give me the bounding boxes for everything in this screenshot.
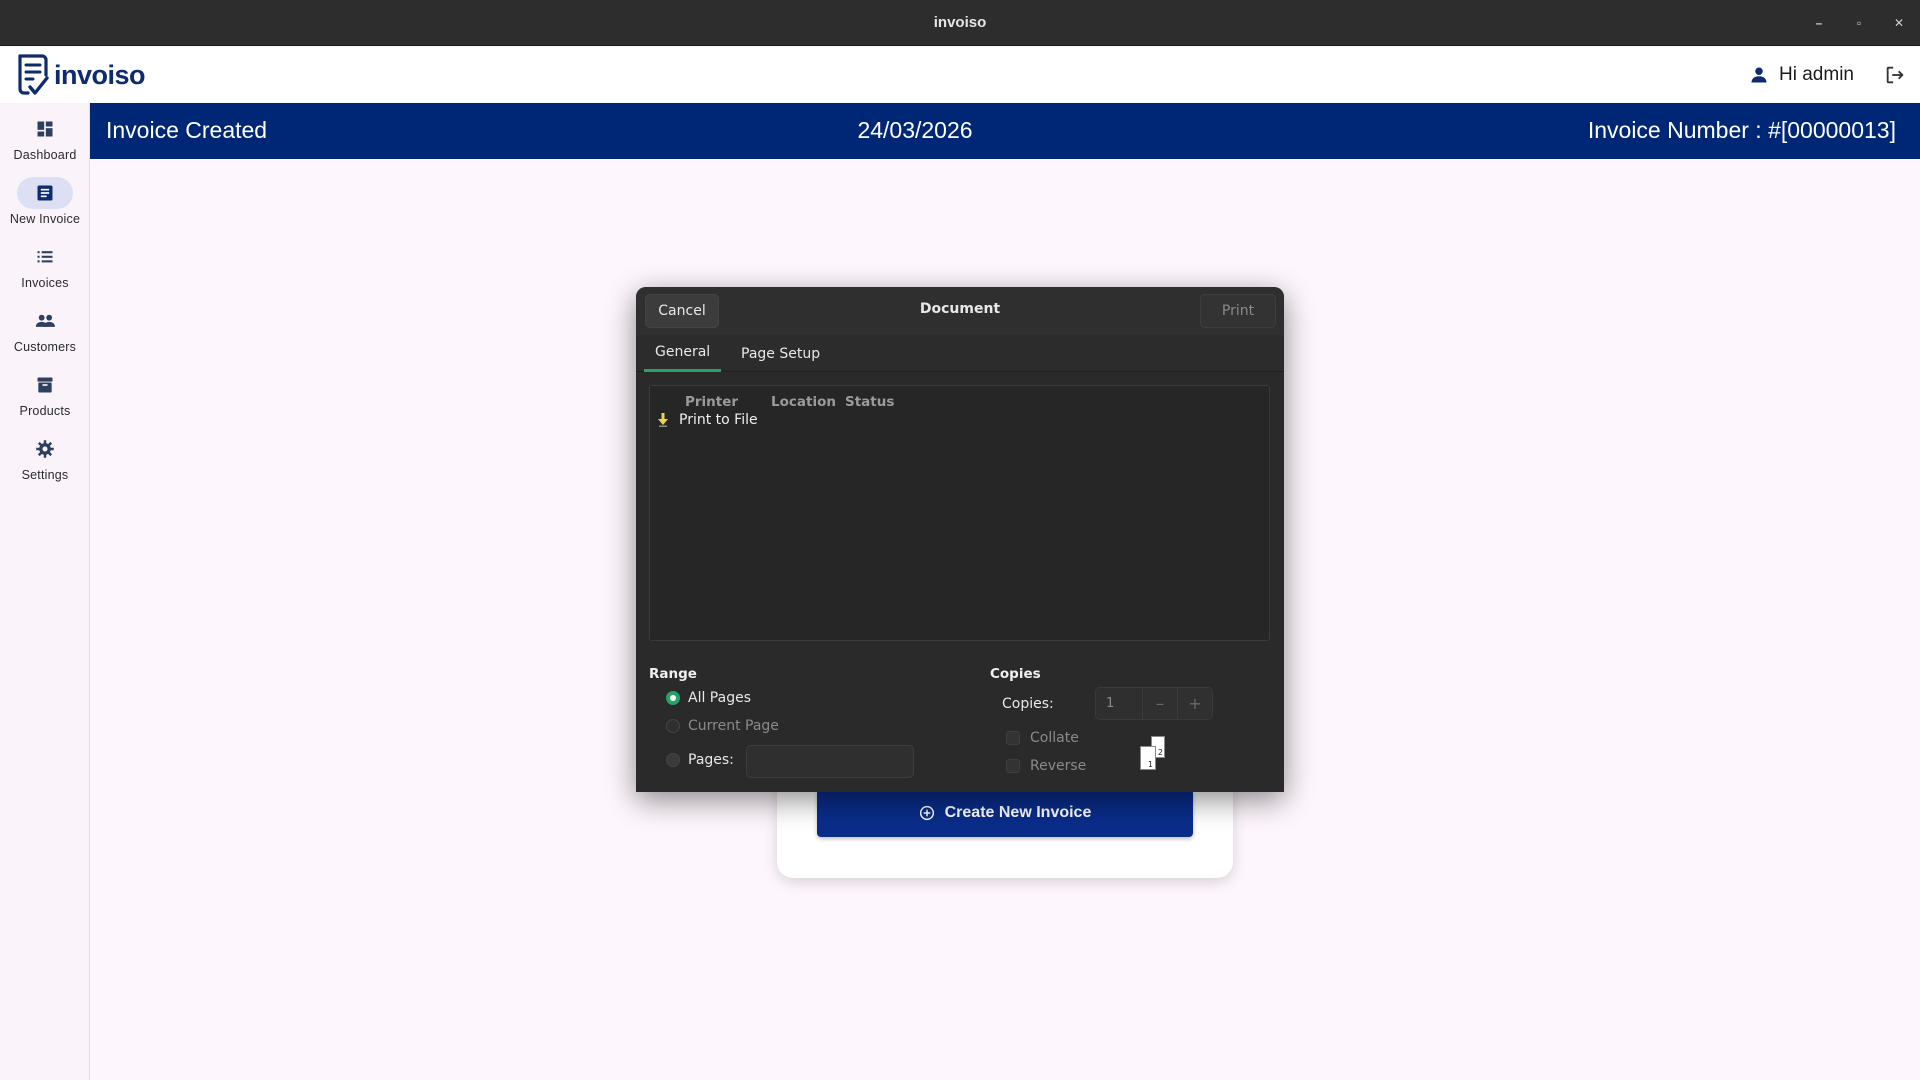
column-status: Status (845, 394, 895, 410)
range-title: Range (649, 666, 697, 682)
sidebar-item-label: Settings (21, 468, 69, 482)
sidebar-item-label: Invoices (21, 276, 69, 290)
new-invoice-icon (37, 185, 53, 201)
invoice-date: 24/03/2026 (857, 117, 973, 143)
print-button[interactable]: Print (1200, 294, 1276, 328)
sidebar-item-dashboard[interactable]: Dashboard (0, 113, 90, 173)
app-header: invoiso Hi admin (0, 47, 1920, 103)
download-file-icon (658, 413, 668, 427)
user-area: Hi admin (1749, 47, 1920, 103)
gear-icon (36, 440, 54, 458)
sidebar-item-invoices[interactable]: Invoices (0, 241, 90, 301)
invoice-number: Invoice Number : #[00000013] (1587, 117, 1896, 143)
person-icon (1751, 67, 1767, 83)
increment-button[interactable]: + (1177, 688, 1212, 719)
window-title: invoiso (933, 14, 987, 31)
reverse-label: Reverse (1030, 758, 1087, 774)
app-logo: invoiso (16, 53, 146, 97)
invoice-banner: Invoice Created 24/03/2026 Invoice Numbe… (90, 103, 1920, 159)
add-circle-icon (919, 805, 934, 821)
all-pages-radio[interactable]: All Pages (666, 690, 751, 706)
sidebar: Dashboard New Invoice Invoices Customers… (0, 103, 90, 1080)
tab-page-setup[interactable]: Page Setup (730, 335, 831, 372)
close-icon[interactable]: ✕ (1890, 14, 1908, 32)
sidebar-item-label: Customers (13, 340, 77, 354)
reverse-checkbox[interactable]: Reverse (1006, 758, 1086, 774)
create-button-label: Create New Invoice (944, 804, 1092, 821)
sidebar-item-new-invoice[interactable]: New Invoice (0, 177, 90, 237)
sidebar-item-label: Products (19, 404, 71, 418)
radio-icon (666, 753, 680, 767)
tab-general[interactable]: General (644, 335, 722, 372)
checkbox-icon (1006, 759, 1020, 773)
decrement-button[interactable]: – (1142, 688, 1177, 719)
current-page-radio[interactable]: Current Page (666, 718, 779, 734)
people-icon (35, 314, 55, 327)
collate-pages-icon: 2 1 (1138, 736, 1172, 772)
pages-label: Pages: (688, 752, 734, 768)
list-icon (37, 251, 53, 263)
create-new-invoice-button[interactable]: Create New Invoice (817, 789, 1193, 837)
invoice-logo-icon (18, 54, 49, 95)
user-menu[interactable]: Hi admin (1749, 64, 1854, 86)
dialog-title: Document (919, 301, 1001, 317)
printer-list: Printer Location Status Print to File (649, 385, 1270, 641)
printer-name: Print to File (679, 412, 758, 428)
dialog-tabs: General Page Setup (636, 335, 1284, 372)
sidebar-item-customers[interactable]: Customers (0, 305, 90, 365)
dialog-header: Cancel Document Print (636, 287, 1284, 335)
app-name: invoiso (54, 59, 146, 90)
minimize-icon[interactable]: – (1810, 14, 1828, 32)
collate-checkbox[interactable]: Collate (1006, 730, 1079, 746)
sidebar-item-label: New Invoice (9, 212, 81, 226)
logout-button[interactable] (1884, 64, 1906, 86)
copies-label: Copies: (1002, 696, 1054, 712)
collate-label: Collate (1030, 730, 1079, 746)
pages-radio[interactable]: Pages: (666, 752, 734, 768)
sidebar-item-products[interactable]: Products (0, 369, 90, 429)
window-titlebar: invoiso – ▫ ✕ (0, 0, 1920, 46)
checkbox-icon (1006, 731, 1020, 745)
copies-title: Copies (990, 666, 1041, 682)
archive-icon (37, 377, 53, 393)
page-1: 1 (1140, 746, 1156, 770)
sidebar-item-label: Dashboard (13, 148, 77, 162)
copies-stepper: 1 – + (1095, 687, 1213, 720)
column-printer: Printer (685, 394, 739, 410)
window-controls: – ▫ ✕ (1810, 0, 1908, 46)
printer-row[interactable]: Print to File (658, 412, 758, 428)
column-location: Location (771, 394, 836, 410)
print-dialog: Cancel Document Print General Page Setup… (636, 287, 1284, 792)
current-page-label: Current Page (688, 718, 779, 734)
logout-icon (1886, 66, 1904, 84)
copies-value[interactable]: 1 (1096, 688, 1142, 719)
pages-input[interactable] (746, 745, 914, 778)
radio-icon (666, 719, 680, 733)
sidebar-item-settings[interactable]: Settings (0, 433, 90, 493)
user-greeting: Hi admin (1779, 64, 1854, 85)
dashboard-icon (37, 121, 53, 137)
radio-selected-icon (666, 691, 680, 705)
maximize-icon[interactable]: ▫ (1850, 14, 1868, 32)
all-pages-label: All Pages (688, 690, 751, 706)
